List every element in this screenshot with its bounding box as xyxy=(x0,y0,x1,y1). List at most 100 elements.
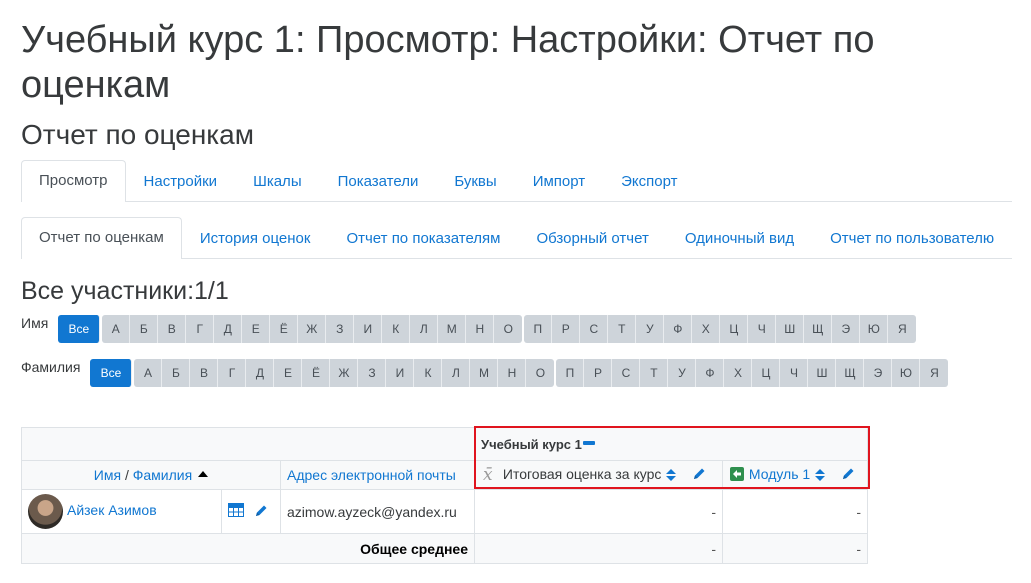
edit-user-pencil-icon[interactable] xyxy=(254,503,269,521)
first-name-letter-button[interactable]: Л xyxy=(410,315,439,343)
average-label: Общее среднее xyxy=(360,540,468,557)
last-name-letter-button[interactable]: Э xyxy=(864,359,893,387)
last-name-letter-button[interactable]: Ч xyxy=(780,359,809,387)
header-empty-cell xyxy=(21,427,475,461)
last-name-letter-button[interactable]: Н xyxy=(498,359,527,387)
last-name-letter-button[interactable]: П xyxy=(556,359,585,387)
first-name-letter-button[interactable]: Ю xyxy=(860,315,889,343)
tab-outcomes-report[interactable]: Отчет по показателям xyxy=(328,218,518,259)
module-icon xyxy=(729,466,745,485)
last-name-letter-button[interactable]: Я xyxy=(920,359,949,387)
last-name-letter-button[interactable]: Ж xyxy=(330,359,359,387)
sort-course-total-icon[interactable] xyxy=(666,469,677,481)
grade-table-icon[interactable] xyxy=(228,503,244,520)
first-name-letter-button[interactable]: Н xyxy=(466,315,495,343)
last-name-letter-button[interactable]: С xyxy=(612,359,641,387)
first-name-letter-button[interactable]: К xyxy=(382,315,411,343)
first-name-letter-button[interactable]: Э xyxy=(832,315,861,343)
first-name-letter-button[interactable]: Т xyxy=(608,315,637,343)
first-name-letter-button[interactable]: З xyxy=(326,315,355,343)
course-total-column-header: x̄ Итоговая оценка за курс xyxy=(474,460,723,490)
first-name-letter-button[interactable]: Д xyxy=(214,315,243,343)
edit-pencil-icon[interactable] xyxy=(692,466,707,484)
first-name-letter-button[interactable]: П xyxy=(524,315,553,343)
first-name-letter-button[interactable]: О xyxy=(494,315,523,343)
tab-import[interactable]: Импорт xyxy=(515,161,603,202)
last-name-letter-button[interactable]: Д xyxy=(246,359,275,387)
tab-grade-history[interactable]: История оценок xyxy=(182,218,329,259)
first-name-letter-button[interactable]: Р xyxy=(552,315,581,343)
first-name-letter-button[interactable]: Ч xyxy=(748,315,777,343)
student-course-total-cell[interactable]: - xyxy=(474,489,723,534)
avatar[interactable] xyxy=(28,494,63,529)
category-name: Учебный курс 1 xyxy=(481,437,582,452)
last-name-letter-button[interactable]: М xyxy=(470,359,499,387)
first-name-letter-button[interactable]: Ц xyxy=(720,315,749,343)
last-name-letter-button[interactable]: К xyxy=(414,359,443,387)
module-link[interactable]: Модуль 1 xyxy=(749,466,810,482)
last-name-letter-button[interactable]: Х xyxy=(724,359,753,387)
collapse-icon[interactable] xyxy=(582,441,595,446)
last-name-letter-button[interactable]: А xyxy=(134,359,163,387)
tab-outcomes[interactable]: Показатели xyxy=(320,161,437,202)
first-name-letter-button[interactable]: Я xyxy=(888,315,917,343)
tab-single-view[interactable]: Одиночный вид xyxy=(667,218,812,259)
first-name-letter-button[interactable]: Ж xyxy=(298,315,327,343)
last-name-letter-button[interactable]: Т xyxy=(640,359,669,387)
tab-scales[interactable]: Шкалы xyxy=(235,161,320,202)
first-name-letter-button[interactable]: В xyxy=(158,315,187,343)
last-name-letter-button[interactable]: И xyxy=(386,359,415,387)
last-name-filter-label: Фамилия xyxy=(21,359,81,375)
last-name-letter-button[interactable]: Б xyxy=(162,359,191,387)
tab-overview-report[interactable]: Обзорный отчет xyxy=(518,218,666,259)
first-name-letter-button[interactable]: Х xyxy=(692,315,721,343)
tab-user-report[interactable]: Отчет по пользователю xyxy=(812,218,1012,259)
first-name-letter-button[interactable]: Ё xyxy=(270,315,299,343)
sort-email-link[interactable]: Адрес электронной почты xyxy=(287,467,456,483)
category-header-cell: Учебный курс 1 xyxy=(474,427,868,461)
first-name-letter-button[interactable]: Б xyxy=(130,315,159,343)
student-module-cell[interactable]: - xyxy=(722,489,868,534)
sort-asc-icon xyxy=(198,471,209,478)
first-name-letter-button[interactable]: Е xyxy=(242,315,271,343)
tab-export[interactable]: Экспорт xyxy=(603,161,695,202)
last-name-letter-button[interactable]: Ш xyxy=(808,359,837,387)
first-name-letter-button[interactable]: Г xyxy=(186,315,215,343)
first-name-letter-button[interactable]: И xyxy=(354,315,383,343)
first-name-letter-button[interactable]: М xyxy=(438,315,467,343)
page-title: Учебный курс 1: Просмотр: Настройки: Отч… xyxy=(21,19,875,106)
last-name-letter-button[interactable]: У xyxy=(668,359,697,387)
last-name-letter-button[interactable]: Р xyxy=(584,359,613,387)
tab-grader-report[interactable]: Отчет по оценкам xyxy=(21,217,182,259)
last-name-letter-button[interactable]: В xyxy=(190,359,219,387)
first-name-all-button[interactable]: Все xyxy=(58,315,101,343)
first-name-letter-button[interactable]: У xyxy=(636,315,665,343)
student-name-link[interactable]: Айзек Азимов xyxy=(67,502,157,518)
tab-settings[interactable]: Настройки xyxy=(126,161,236,202)
edit-module-pencil-icon[interactable] xyxy=(841,466,856,484)
first-name-letter-button[interactable]: А xyxy=(102,315,131,343)
last-name-letter-button[interactable]: Ю xyxy=(892,359,921,387)
last-name-letter-button[interactable]: Ё xyxy=(302,359,331,387)
sort-last-name-link[interactable]: Фамилия xyxy=(133,467,192,483)
first-name-letter-button[interactable]: С xyxy=(580,315,609,343)
first-name-letter-button[interactable]: Ф xyxy=(664,315,693,343)
tab-view[interactable]: Просмотр xyxy=(21,160,126,202)
last-name-letter-button[interactable]: З xyxy=(358,359,387,387)
participants-heading: Все участники:1/1 xyxy=(21,277,229,305)
last-name-letter-button[interactable]: Г xyxy=(218,359,247,387)
tab-letters[interactable]: Буквы xyxy=(436,161,514,202)
last-name-letter-button[interactable]: Е xyxy=(274,359,303,387)
first-name-letter-button[interactable]: Ш xyxy=(776,315,805,343)
first-name-letter-button[interactable]: Щ xyxy=(804,315,833,343)
average-label-cell: Общее среднее xyxy=(21,533,475,564)
last-name-all-button[interactable]: Все xyxy=(90,359,133,387)
last-name-letter-button[interactable]: Ф xyxy=(696,359,725,387)
last-name-letter-button[interactable]: О xyxy=(526,359,555,387)
sort-first-name-link[interactable]: Имя xyxy=(94,467,121,483)
last-name-letter-button[interactable]: Л xyxy=(442,359,471,387)
sort-module-icon[interactable] xyxy=(815,469,826,481)
last-name-letter-button[interactable]: Ц xyxy=(752,359,781,387)
last-name-letter-button[interactable]: Щ xyxy=(836,359,865,387)
course-total-label: Итоговая оценка за курс xyxy=(502,465,662,482)
